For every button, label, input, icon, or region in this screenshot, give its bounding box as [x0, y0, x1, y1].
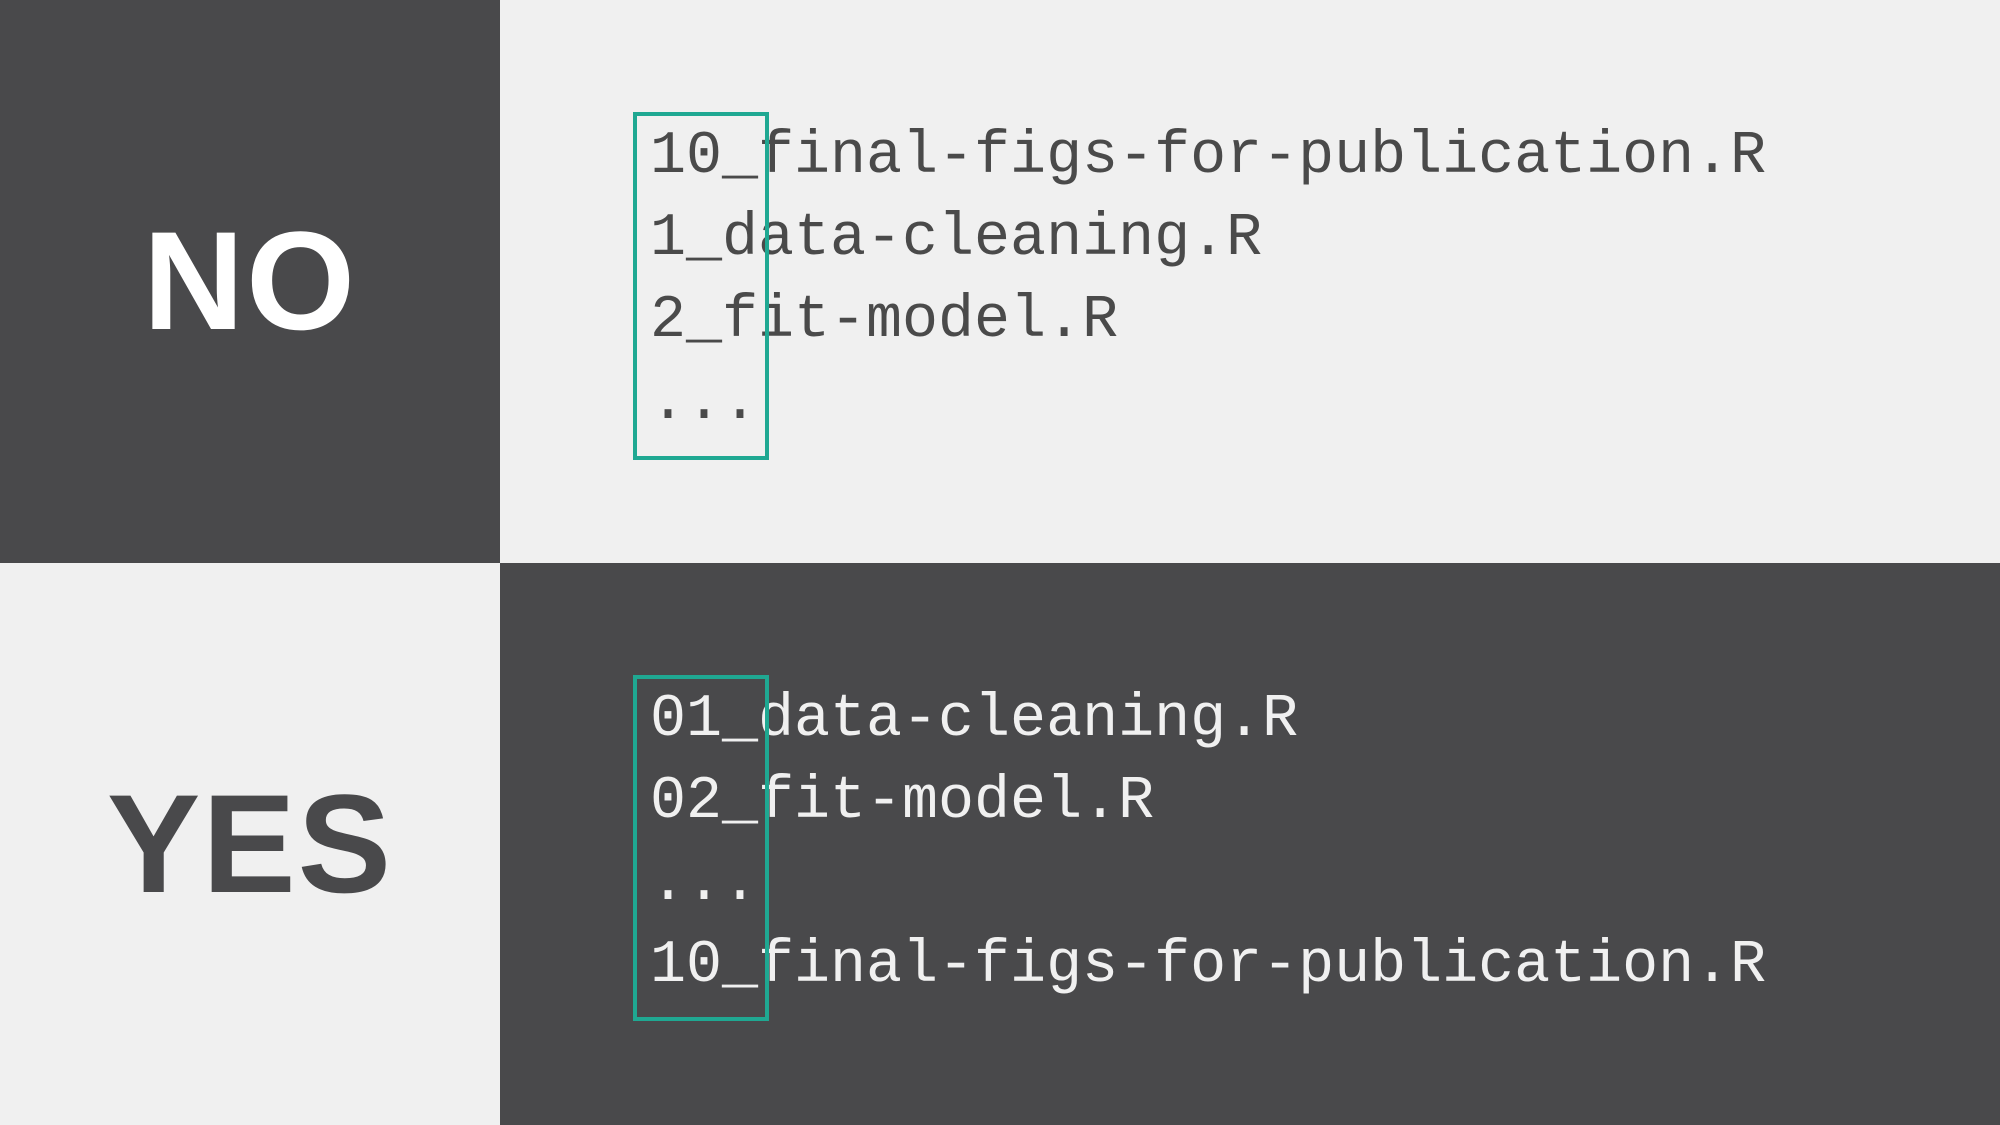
no-label: NO	[143, 200, 357, 362]
yes-label: YES	[107, 763, 393, 925]
no-line-2: 1_data-cleaning.R	[650, 205, 1262, 273]
slide: NO 10_final-figs-for-publication.R 1_dat…	[0, 0, 2000, 1125]
yes-section: YES 01_data-cleaning.R 02_fit-model.R ..…	[0, 563, 2000, 1125]
yes-line-1: 01_data-cleaning.R	[650, 686, 1298, 754]
no-label-panel: NO	[0, 0, 500, 563]
no-line-3: 2_fit-model.R	[650, 287, 1118, 355]
no-section: NO 10_final-figs-for-publication.R 1_dat…	[0, 0, 2000, 563]
no-line-1: 10_final-figs-for-publication.R	[650, 123, 1766, 191]
yes-code-block: 01_data-cleaning.R 02_fit-model.R ... 10…	[650, 679, 1766, 1007]
no-line-4: ...	[650, 369, 758, 437]
yes-content-panel: 01_data-cleaning.R 02_fit-model.R ... 10…	[500, 563, 2000, 1125]
yes-label-panel: YES	[0, 563, 500, 1125]
no-content-panel: 10_final-figs-for-publication.R 1_data-c…	[500, 0, 2000, 563]
no-code-block: 10_final-figs-for-publication.R 1_data-c…	[650, 116, 1766, 444]
yes-line-2: 02_fit-model.R	[650, 768, 1154, 836]
yes-line-4: 10_final-figs-for-publication.R	[650, 932, 1766, 1000]
yes-line-3: ...	[650, 850, 758, 918]
